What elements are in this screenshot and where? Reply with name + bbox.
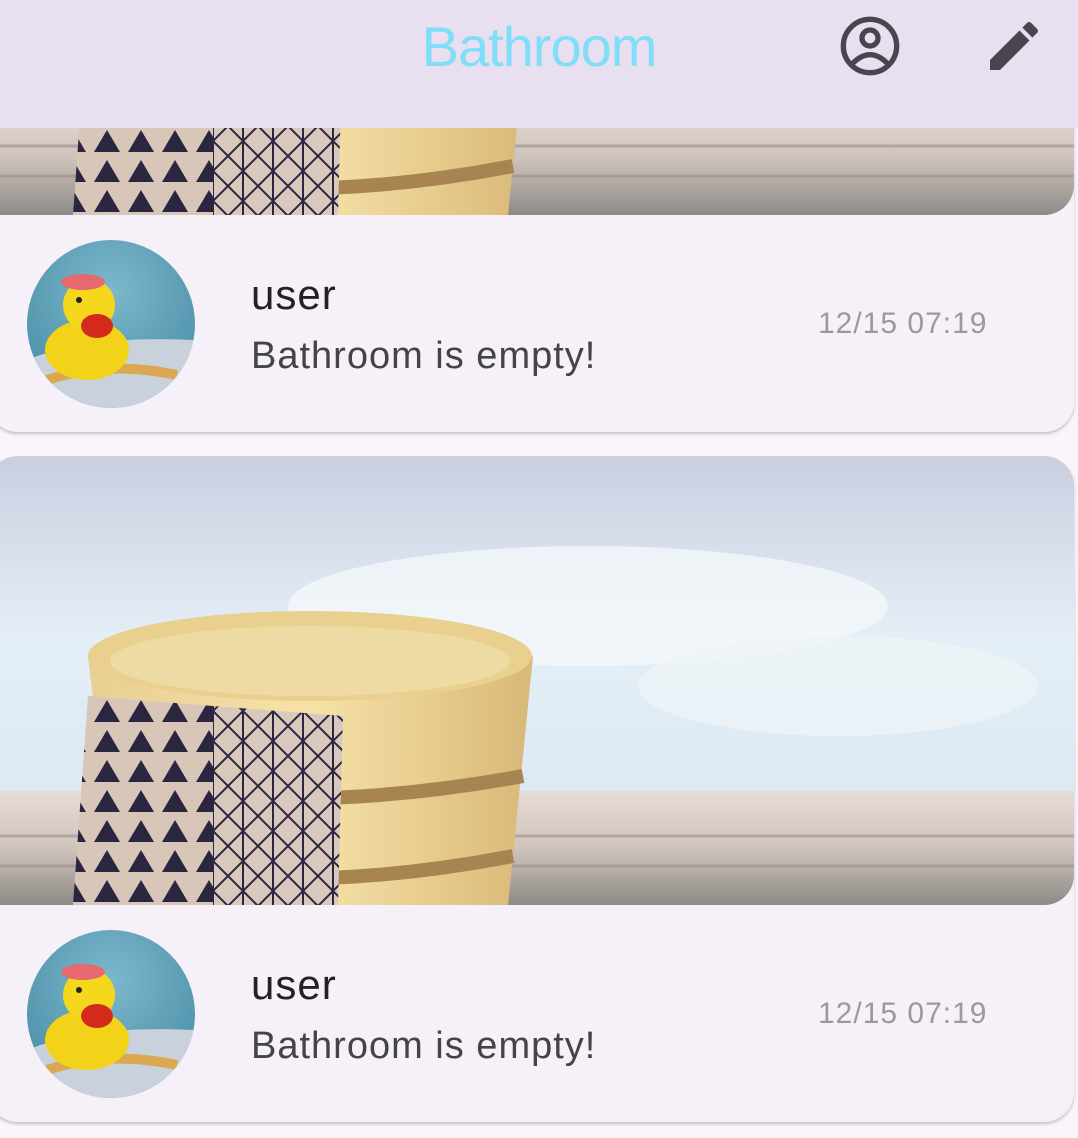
user-avatar[interactable] bbox=[27, 240, 195, 408]
post-image bbox=[0, 456, 1074, 905]
username: user bbox=[251, 961, 337, 1008]
account-circle-icon bbox=[840, 16, 900, 76]
post-card[interactable]: user Bathroom is empty! 12/15 07:19 bbox=[0, 456, 1074, 1122]
username: user bbox=[251, 271, 337, 318]
account-button[interactable] bbox=[838, 14, 902, 78]
edit-button[interactable] bbox=[982, 14, 1046, 78]
edit-pencil-icon bbox=[990, 21, 1039, 70]
page-title: Bathroom bbox=[421, 15, 658, 78]
post-info: user Bathroom is empty! 12/15 07:19 bbox=[0, 215, 1074, 432]
post-timestamp: 12/15 07:19 bbox=[818, 997, 988, 1030]
post-message: Bathroom is empty! bbox=[251, 1025, 597, 1067]
user-avatar[interactable] bbox=[27, 930, 195, 1098]
post-timestamp: 12/15 07:19 bbox=[818, 307, 988, 340]
post-info: user Bathroom is empty! 12/15 07:19 bbox=[0, 905, 1074, 1122]
post-message: Bathroom is empty! bbox=[251, 335, 597, 377]
app-bar: Bathroom bbox=[0, 0, 1078, 128]
